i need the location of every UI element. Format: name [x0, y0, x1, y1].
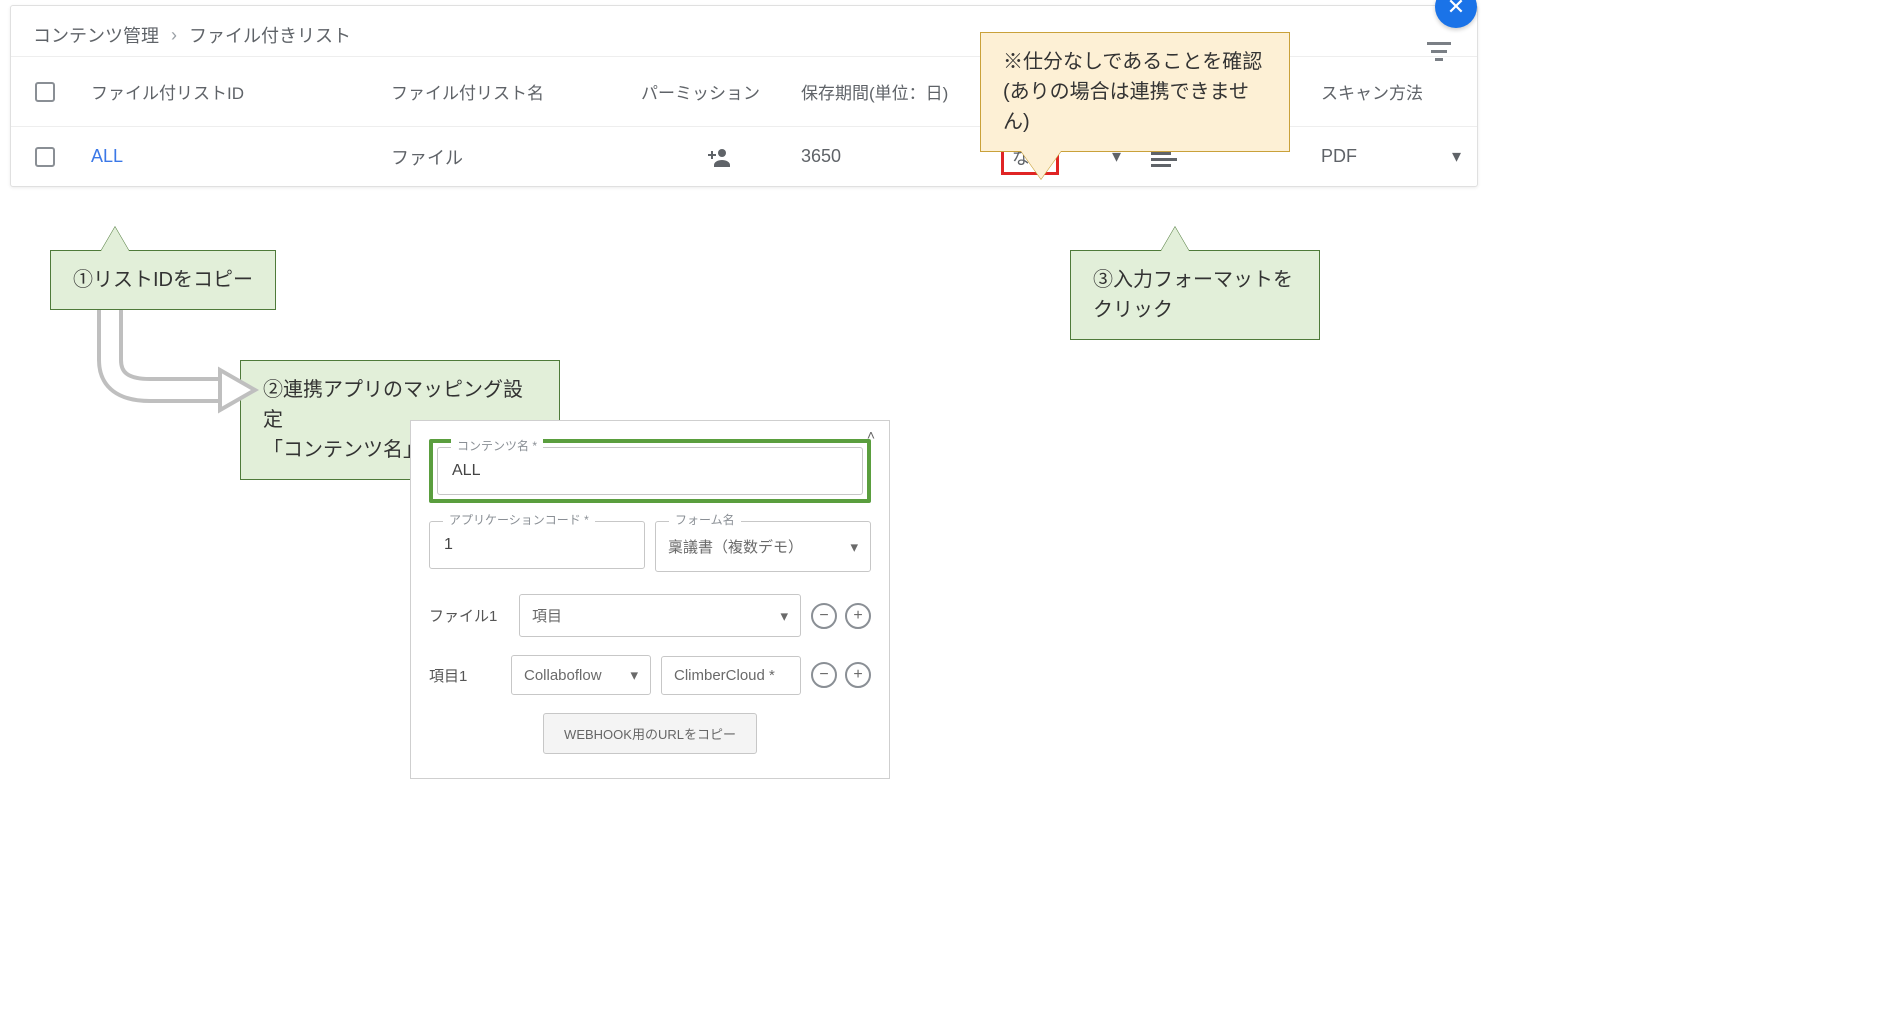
- content-name-highlight: コンテンツ名 *: [429, 439, 871, 503]
- chevron-down-icon: ▾: [630, 666, 638, 684]
- form-name-select[interactable]: 稟議書（複数デモ） ▾: [655, 521, 871, 572]
- form-name-label: フォーム名: [669, 511, 741, 528]
- close-icon: ✕: [1447, 0, 1465, 20]
- file-remove-button[interactable]: −: [811, 603, 837, 629]
- filter-icon: [1427, 42, 1451, 62]
- breadcrumb-separator: ›: [171, 25, 177, 46]
- item-right-input[interactable]: ClimberCloud *: [661, 656, 801, 695]
- content-name-label: コンテンツ名 *: [451, 437, 543, 454]
- item-add-button[interactable]: +: [845, 662, 871, 688]
- row-checkbox[interactable]: [35, 147, 55, 167]
- select-all-checkbox[interactable]: [35, 82, 55, 102]
- remove-icon: −: [819, 666, 828, 684]
- item-remove-button[interactable]: −: [811, 662, 837, 688]
- breadcrumb-current: ファイル付きリスト: [189, 22, 351, 48]
- item-right-value: ClimberCloud *: [674, 667, 775, 684]
- copy-webhook-url-button[interactable]: WEBHOOK用のURLをコピー: [543, 713, 757, 754]
- item-row: 項目1 Collaboflow ▾ ClimberCloud * − +: [429, 655, 871, 695]
- file-row-label: ファイル1: [429, 605, 509, 626]
- chevron-down-icon: ▾: [850, 538, 858, 556]
- file-row: ファイル1 項目 ▾ − +: [429, 594, 871, 637]
- item-left-select[interactable]: Collaboflow ▾: [511, 655, 651, 695]
- mapping-form-panel: ˄ コンテンツ名 * アプリケーションコード * フォーム名 稟議書（複数デモ）…: [410, 420, 890, 779]
- person-add-icon: [708, 147, 734, 167]
- app-code-label: アプリケーションコード *: [443, 511, 595, 528]
- add-icon: +: [853, 666, 862, 684]
- row-retention: 3650: [801, 146, 1001, 167]
- col-retention: 保存期間(単位：日): [801, 79, 1001, 104]
- step1-callout: ①リストIDをコピー: [50, 250, 276, 310]
- col-id: ファイル付リストID: [91, 79, 391, 104]
- chevron-down-icon: ▾: [780, 607, 788, 625]
- add-icon: +: [853, 607, 862, 625]
- col-scan-method: スキャン方法: [1321, 79, 1481, 104]
- file-item-placeholder: 項目: [532, 605, 562, 626]
- breadcrumb-root[interactable]: コンテンツ管理: [33, 22, 159, 48]
- remove-icon: −: [819, 607, 828, 625]
- filter-button[interactable]: [1427, 42, 1451, 67]
- step3-callout: ③入力フォーマットを クリック: [1070, 250, 1320, 340]
- content-name-input[interactable]: [437, 447, 863, 495]
- col-name: ファイル付リスト名: [391, 79, 641, 104]
- flow-arrow: [80, 310, 260, 425]
- scan-method-value: PDF: [1321, 146, 1357, 167]
- form-name-value: 稟議書（複数デモ）: [668, 536, 803, 557]
- note-line2: (ありの場合は連携できません): [1003, 77, 1267, 137]
- chevron-down-icon: ▾: [1452, 146, 1461, 167]
- row-scan-method[interactable]: PDF ▾: [1321, 146, 1481, 167]
- col-permission: パーミッション: [641, 79, 801, 104]
- step1-text: ①リストIDをコピー: [73, 269, 253, 291]
- item-left-value: Collaboflow: [524, 667, 602, 684]
- item-row-label: 項目1: [429, 665, 501, 686]
- step3-line2: クリック: [1093, 295, 1297, 325]
- file-item-select[interactable]: 項目 ▾: [519, 594, 801, 637]
- app-code-input[interactable]: [429, 521, 645, 569]
- note-callout: ※仕分なしであることを確認 (ありの場合は連携できません): [980, 32, 1290, 152]
- collapse-toggle[interactable]: ˄: [867, 427, 875, 443]
- step3-line1: ③入力フォーマットを: [1093, 265, 1297, 295]
- row-id[interactable]: ALL: [91, 146, 391, 167]
- row-name: ファイル: [391, 144, 641, 170]
- row-permission[interactable]: [641, 147, 801, 167]
- note-line1: ※仕分なしであることを確認: [1003, 47, 1267, 77]
- file-add-button[interactable]: +: [845, 603, 871, 629]
- chevron-up-icon: ˄: [867, 427, 875, 443]
